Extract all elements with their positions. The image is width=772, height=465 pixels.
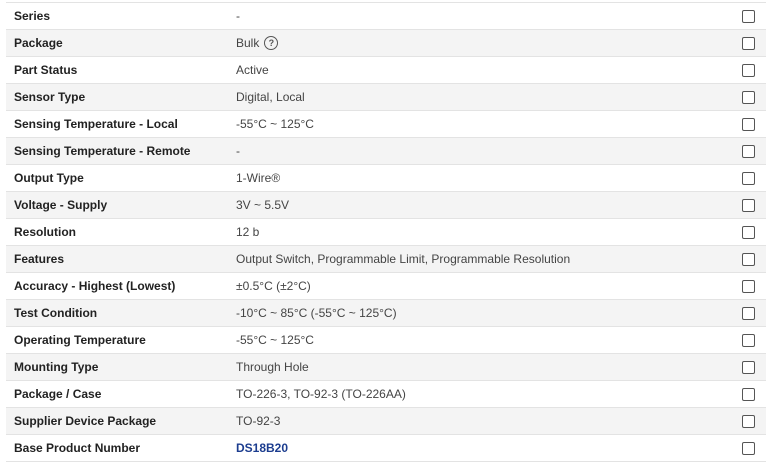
attr-row-features: Features Output Switch, Programmable Lim… (6, 246, 766, 273)
select-checkbox[interactable] (742, 253, 755, 266)
attr-value-text: Through Hole (236, 360, 309, 374)
attr-value: ±0.5°C (±2°C) (236, 273, 311, 299)
attr-value: 3V ~ 5.5V (236, 192, 289, 218)
attr-label: Test Condition (14, 306, 98, 320)
attr-value-text: -55°C ~ 125°C (236, 117, 314, 131)
attr-row-test-condition: Test Condition -10°C ~ 85°C (-55°C ~ 125… (6, 300, 766, 327)
attr-label: Mounting Type (14, 360, 99, 374)
select-checkbox[interactable] (742, 442, 755, 455)
attr-value: -10°C ~ 85°C (-55°C ~ 125°C) (236, 300, 397, 326)
attr-row-series: Series - (6, 3, 766, 30)
select-checkbox[interactable] (742, 91, 755, 104)
attr-label: Supplier Device Package (14, 414, 157, 428)
attr-label: Features (14, 252, 65, 266)
attr-row-sensing-temp-remote: Sensing Temperature - Remote - (6, 138, 766, 165)
attr-row-package-case: Package / Case TO-226-3, TO-92-3 (TO-226… (6, 381, 766, 408)
attr-label: Voltage - Supply (14, 198, 108, 212)
attr-value-text[interactable]: DS18B20 (236, 435, 288, 461)
attr-row-supplier-device-package: Supplier Device Package TO-92-3 (6, 408, 766, 435)
attr-row-sensing-temp-local: Sensing Temperature - Local -55°C ~ 125°… (6, 111, 766, 138)
attr-value-text: Digital, Local (236, 90, 305, 104)
attr-label: Part Status (14, 63, 78, 77)
attr-label: Resolution (14, 225, 76, 239)
attr-label: Output Type (14, 171, 84, 185)
attr-value: Output Switch, Programmable Limit, Progr… (236, 246, 570, 272)
attr-row-package: Package Bulk ? (6, 30, 766, 57)
attr-label: Accuracy - Highest (Lowest) (14, 279, 176, 293)
select-checkbox[interactable] (742, 226, 755, 239)
attr-row-output-type: Output Type 1-Wire® (6, 165, 766, 192)
attr-value-text: Active (236, 63, 269, 77)
attr-value: Through Hole (236, 354, 309, 380)
attr-value: Bulk ? (236, 30, 279, 56)
attr-row-sensor-type: Sensor Type Digital, Local (6, 84, 766, 111)
select-checkbox[interactable] (742, 280, 755, 293)
attr-value-text: TO-226-3, TO-92-3 (TO-226AA) (236, 387, 406, 401)
attr-value: - (236, 138, 240, 164)
attribute-rows: Series - Package Bulk ? Part Status Acti… (6, 3, 766, 462)
attr-value: Digital, Local (236, 84, 305, 110)
attr-value-text: ±0.5°C (±2°C) (236, 279, 311, 293)
attr-value-text: - (236, 144, 240, 158)
attr-value-text: 3V ~ 5.5V (236, 198, 290, 212)
attr-value: TO-92-3 (236, 408, 280, 434)
attr-label: Sensor Type (14, 90, 86, 104)
attr-value-text: -10°C ~ 85°C (-55°C ~ 125°C) (236, 306, 397, 320)
attr-row-base-product-number: Base Product Number DS18B20 (6, 435, 766, 462)
select-checkbox[interactable] (742, 388, 755, 401)
help-icon[interactable]: ? (264, 36, 279, 50)
select-checkbox[interactable] (742, 118, 755, 131)
attr-value: -55°C ~ 125°C (236, 111, 314, 137)
attr-value: Active (236, 57, 269, 83)
attr-row-operating-temp: Operating Temperature -55°C ~ 125°C (6, 327, 766, 354)
select-checkbox[interactable] (742, 415, 755, 428)
attr-label: Package / Case (14, 387, 102, 401)
select-checkbox[interactable] (742, 307, 755, 320)
attr-label: Series (14, 9, 51, 23)
attr-label: Sensing Temperature - Remote (14, 144, 191, 158)
attr-row-voltage-supply: Voltage - Supply 3V ~ 5.5V (6, 192, 766, 219)
attr-row-part-status: Part Status Active (6, 57, 766, 84)
attr-value-text: 12 b (236, 225, 260, 239)
attr-label: Base Product Number (14, 441, 141, 455)
product-attributes-table: Series - Package Bulk ? Part Status Acti… (0, 0, 772, 465)
select-checkbox[interactable] (742, 334, 755, 347)
select-checkbox[interactable] (742, 199, 755, 212)
attr-row-accuracy: Accuracy - Highest (Lowest) ±0.5°C (±2°C… (6, 273, 766, 300)
base-product-link[interactable]: DS18B20 (236, 435, 288, 461)
select-checkbox[interactable] (742, 172, 755, 185)
select-checkbox[interactable] (742, 37, 755, 50)
attr-row-resolution: Resolution 12 b (6, 219, 766, 246)
select-checkbox[interactable] (742, 10, 755, 23)
attr-label: Sensing Temperature - Local (14, 117, 178, 131)
attr-value: -55°C ~ 125°C (236, 327, 314, 353)
attr-value-text: Bulk (236, 36, 260, 50)
select-checkbox[interactable] (742, 145, 755, 158)
attr-value-text: 1-Wire® (236, 171, 281, 185)
attr-value-text: Output Switch, Programmable Limit, Progr… (236, 252, 571, 266)
attr-value: TO-226-3, TO-92-3 (TO-226AA) (236, 381, 406, 407)
select-checkbox[interactable] (742, 64, 755, 77)
attr-value: 12 b (236, 219, 259, 245)
select-checkbox[interactable] (742, 361, 755, 374)
attr-value: 1-Wire® (236, 165, 280, 191)
attr-value-text: - (236, 9, 240, 23)
attr-label: Package (14, 36, 63, 50)
attr-row-mounting-type: Mounting Type Through Hole (6, 354, 766, 381)
attr-label: Operating Temperature (14, 333, 146, 347)
attr-value-text: TO-92-3 (236, 414, 281, 428)
attr-value: - (236, 3, 240, 29)
attr-value-text: -55°C ~ 125°C (236, 333, 314, 347)
